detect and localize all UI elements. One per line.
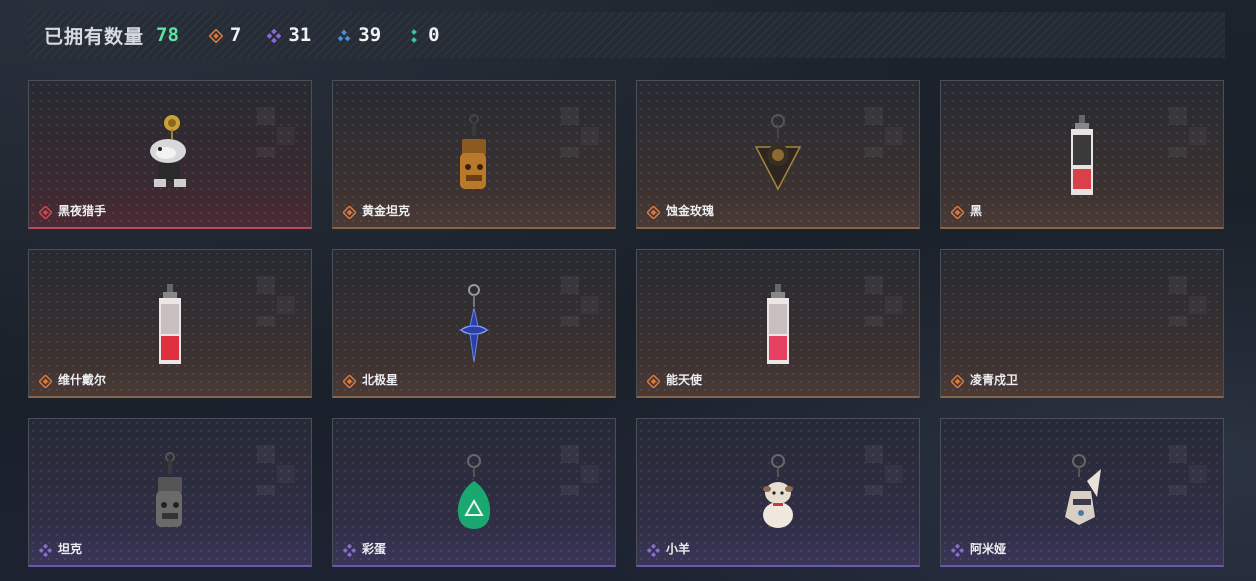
rarity-red-icon: [38, 204, 53, 220]
rarity-orange-icon: [646, 204, 661, 220]
rarity-orange-icon: [646, 373, 661, 389]
stat-blue-value: 39: [358, 24, 382, 46]
rarity-orange-icon: [950, 373, 965, 389]
purple-diamond-icon: [267, 28, 282, 44]
item-grid: 黑夜猎手 黄金坦克 蚀金玫瑰 黑 维什戴尔 北极星 能天使 凌青戍卫 坦克 彩蛋…: [28, 80, 1224, 567]
item-card[interactable]: 凌青戍卫: [940, 249, 1224, 398]
black-card-charm-icon: [1071, 115, 1093, 195]
gold-rose-charm-icon: [754, 114, 802, 191]
item-card[interactable]: 北极星: [332, 249, 616, 398]
card-name-label: 彩蛋: [362, 542, 387, 556]
blue-triangle-icon: [337, 28, 351, 42]
card-name: 凌青戍卫: [950, 371, 1019, 389]
owned-count: 78: [156, 24, 179, 46]
card-decoration: [257, 107, 297, 157]
item-card[interactable]: 小羊: [636, 418, 920, 567]
card-name-label: 阿米娅: [970, 542, 1007, 556]
card-name-label: 蚀金玫瑰: [666, 204, 715, 218]
item-card[interactable]: 彩蛋: [332, 418, 616, 567]
rarity-purple-icon: [38, 542, 53, 558]
card-name: 黑夜猎手: [38, 202, 107, 220]
item-card[interactable]: 能天使: [636, 249, 920, 398]
item-card[interactable]: 黑: [940, 80, 1224, 229]
red-card-charm-icon: [767, 284, 789, 364]
stat-green-value: 0: [428, 24, 440, 46]
stat-orange-value: 7: [229, 24, 242, 46]
card-decoration: [561, 107, 601, 157]
card-name: 黄金坦克: [342, 202, 411, 220]
card-name: 蚀金玫瑰: [646, 202, 715, 220]
red-card-charm-icon: [159, 284, 181, 364]
card-name: 北极星: [342, 371, 399, 389]
card-decoration: [257, 445, 297, 495]
item-card[interactable]: 黄金坦克: [332, 80, 616, 229]
rarity-orange-icon: [950, 204, 965, 220]
rarity-orange-icon: [342, 204, 357, 220]
rarity-orange-icon: [38, 373, 53, 389]
card-name: 彩蛋: [342, 540, 387, 558]
card-name-label: 维什戴尔: [58, 373, 107, 387]
amiya-charm-icon: [1065, 454, 1101, 525]
card-name-label: 坦克: [58, 542, 83, 556]
card-name: 黑: [950, 202, 983, 220]
card-name-label: 黄金坦克: [362, 204, 411, 218]
sheep-charm-icon: [763, 454, 793, 528]
stat-blue: 39: [337, 24, 381, 46]
card-name: 能天使: [646, 371, 703, 389]
card-decoration: [1169, 445, 1209, 495]
stat-purple-value: 31: [288, 24, 312, 46]
rarity-orange-icon: [342, 373, 357, 389]
card-decoration: [865, 445, 905, 495]
rarity-purple-icon: [646, 542, 661, 558]
tank-charm-icon: [156, 452, 182, 527]
header-bar: 已拥有数量 78 7 31 39 0: [28, 12, 1225, 58]
cat-hunter-charm-icon: [150, 115, 186, 187]
item-card[interactable]: 坦克: [28, 418, 312, 567]
egg-charm-icon: [457, 454, 491, 529]
card-name-label: 小羊: [666, 542, 691, 556]
card-decoration: [865, 107, 905, 157]
card-name: 维什戴尔: [38, 371, 107, 389]
golden-tank-charm-icon: [460, 114, 486, 189]
card-decoration: [1169, 107, 1209, 157]
owned-label: 已拥有数量: [44, 25, 145, 48]
stat-green: 0: [407, 24, 440, 46]
polaris-charm-icon: [458, 284, 490, 363]
rarity-purple-icon: [342, 542, 357, 558]
item-card[interactable]: 维什戴尔: [28, 249, 312, 398]
item-card[interactable]: 蚀金玫瑰: [636, 80, 920, 229]
card-name: 坦克: [38, 540, 83, 558]
green-dots-icon: [407, 28, 421, 43]
card-name-label: 能天使: [666, 373, 703, 387]
card-decoration: [561, 445, 601, 495]
card-name-label: 北极星: [362, 373, 399, 387]
item-card[interactable]: 阿米娅: [940, 418, 1224, 567]
card-decoration: [257, 276, 297, 326]
stat-orange: 7: [208, 24, 242, 46]
item-card[interactable]: 黑夜猎手: [28, 80, 312, 229]
card-name-label: 凌青戍卫: [970, 373, 1019, 387]
card-decoration: [865, 276, 905, 326]
rarity-purple-icon: [950, 542, 965, 558]
card-name: 小羊: [646, 540, 691, 558]
stat-purple: 31: [267, 24, 311, 46]
card-name: 阿米娅: [950, 540, 1007, 558]
card-name-label: 黑: [970, 204, 983, 218]
card-decoration: [561, 276, 601, 326]
card-decoration: [1169, 276, 1209, 326]
card-name-label: 黑夜猎手: [58, 204, 107, 218]
orange-diamond-icon: [208, 28, 224, 44]
